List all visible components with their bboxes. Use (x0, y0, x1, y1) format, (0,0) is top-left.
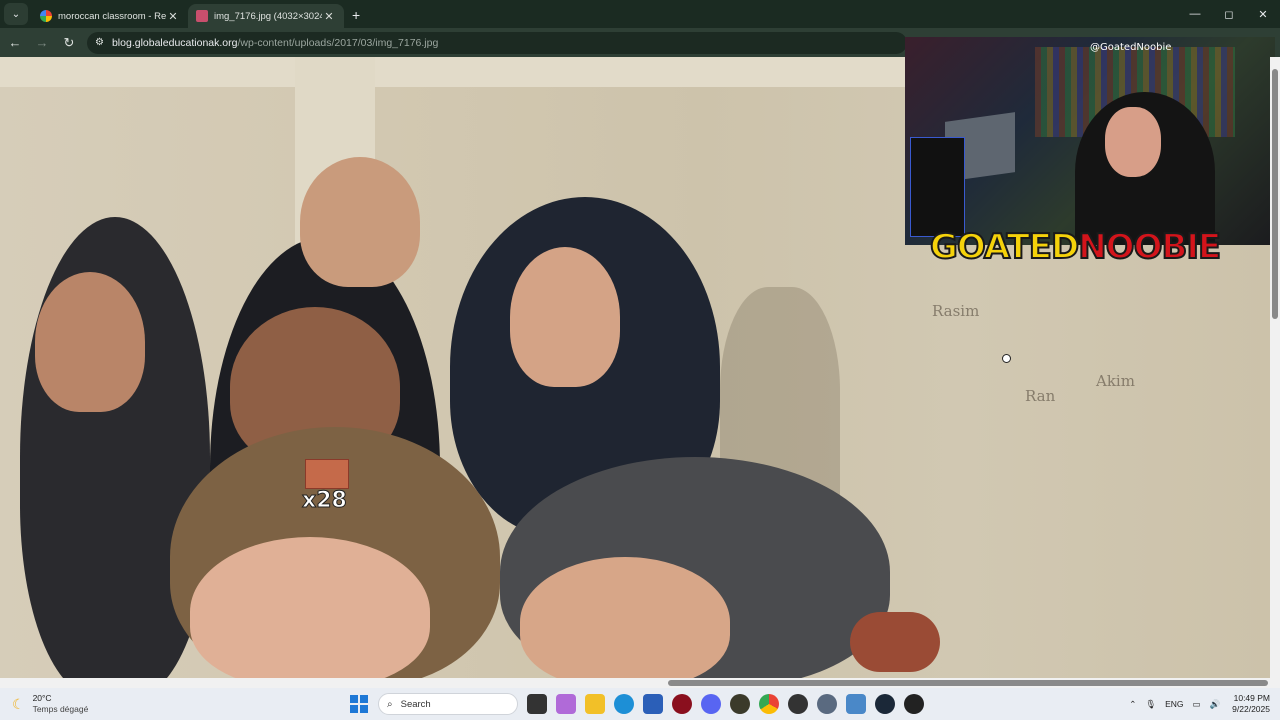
close-tab-icon[interactable]: ✕ (166, 10, 180, 23)
app-red-icon[interactable] (672, 694, 692, 714)
site-info-icon[interactable]: ⚙ (95, 37, 104, 48)
url-path: /wp-content/uploads/2017/03/img_7176.jpg (237, 36, 439, 49)
wall-writing: Akim (1096, 372, 1135, 390)
weather-temp: 20°C (32, 693, 52, 703)
weather-widget[interactable]: ☾ 20°C Temps dégagé (12, 693, 132, 715)
student-face (520, 557, 730, 678)
file-explorer-icon[interactable] (585, 694, 605, 714)
chrome-icon[interactable] (759, 694, 779, 714)
volume-icon[interactable]: 🔊 (1210, 699, 1221, 710)
google-icon (40, 10, 52, 22)
minimize-button[interactable]: — (1178, 0, 1212, 28)
moon-icon: ☾ (12, 695, 25, 712)
streamer-handle: @GoatedNoobie (1090, 42, 1172, 53)
store-icon[interactable] (643, 694, 663, 714)
new-tab-button[interactable]: + (352, 7, 360, 23)
tab-title: img_7176.jpg (4032×3024) (214, 10, 322, 22)
back-button[interactable]: ← (3, 31, 27, 55)
media-player-icon[interactable] (904, 694, 924, 714)
steam-icon[interactable] (875, 694, 895, 714)
webcam-overlay: @GoatedNoobie (905, 37, 1275, 245)
wall-writing: Rasim (932, 302, 980, 320)
zoom-cursor-icon (1002, 354, 1011, 363)
system-tray: ⌃ 🎙 ENG ▭ 🔊 10:49 PM 9/22/2025 (1120, 688, 1270, 720)
streamer-face (1105, 107, 1161, 177)
language-indicator[interactable]: ENG (1165, 699, 1183, 709)
bag (850, 612, 940, 672)
emote-count: x28 (302, 488, 348, 514)
weather-condition: Temps dégagé (32, 704, 89, 714)
taskbar-search[interactable]: ⌕ Search (378, 693, 518, 715)
vertical-scrollbar[interactable] (1270, 57, 1280, 678)
app-gold-icon[interactable] (730, 694, 750, 714)
emote-icon (305, 459, 349, 489)
search-icon: ⌕ (387, 698, 393, 710)
wall-writing: Ran (1025, 387, 1056, 405)
discord-icon[interactable] (701, 694, 721, 714)
close-window-button[interactable]: ✕ (1246, 0, 1280, 28)
scroll-thumb[interactable] (1272, 69, 1278, 319)
copilot-icon[interactable] (556, 694, 576, 714)
address-bar[interactable]: ⚙ blog.globaleducationak.org /wp-content… (87, 31, 907, 54)
tab-google-search[interactable]: moroccan classroom - Recherche ✕ (32, 4, 188, 28)
horizontal-scrollbar[interactable] (0, 678, 1280, 688)
forward-button[interactable]: → (30, 31, 54, 55)
app-dark-icon[interactable] (788, 694, 808, 714)
pc-tower (910, 137, 965, 237)
tab-strip: ⌄ moroccan classroom - Recherche ✕ img_7… (0, 0, 1280, 28)
settings-gear-icon[interactable] (817, 694, 837, 714)
close-tab-icon[interactable]: ✕ (322, 10, 336, 23)
tab-title: moroccan classroom - Recherche (58, 10, 166, 22)
clock-time: 10:49 PM (1233, 693, 1270, 703)
task-view-icon[interactable] (527, 694, 547, 714)
chevron-up-icon[interactable]: ⌃ (1129, 699, 1136, 710)
edge-icon[interactable] (614, 694, 634, 714)
reload-button[interactable]: ↻ (57, 31, 81, 55)
search-placeholder: Search (400, 698, 431, 710)
banner-part-1: GOATED (929, 226, 1080, 268)
snipping-tool-icon[interactable] (846, 694, 866, 714)
student-face (510, 247, 620, 387)
clock[interactable]: 10:49 PM 9/22/2025 (1232, 693, 1270, 715)
start-button[interactable] (350, 695, 368, 713)
tab-search-menu-button[interactable]: ⌄ (4, 3, 28, 25)
banner-part-2: NOOBIE (1077, 226, 1222, 268)
image-icon (196, 10, 208, 22)
url-host: blog.globaleducationak.org (111, 36, 238, 49)
student-face (190, 537, 430, 678)
microphone-icon[interactable]: 🎙 (1145, 699, 1156, 710)
scroll-thumb[interactable] (668, 680, 1268, 686)
maximize-button[interactable]: ◻ (1212, 0, 1246, 28)
taskbar: ☾ 20°C Temps dégagé ⌕ Search ⌃ 🎙 ENG ▭ 🔊 (0, 688, 1280, 720)
network-icon[interactable]: ▭ (1193, 699, 1201, 710)
student-face (35, 272, 145, 412)
window-controls: — ◻ ✕ (1178, 0, 1280, 28)
student (300, 157, 420, 287)
clock-date: 9/22/2025 (1232, 704, 1270, 714)
taskbar-apps: ⌕ Search (350, 688, 924, 720)
streamer-banner: GOATED NOOBIE (929, 225, 1250, 269)
tab-image[interactable]: img_7176.jpg (4032×3024) ✕ (188, 4, 344, 28)
